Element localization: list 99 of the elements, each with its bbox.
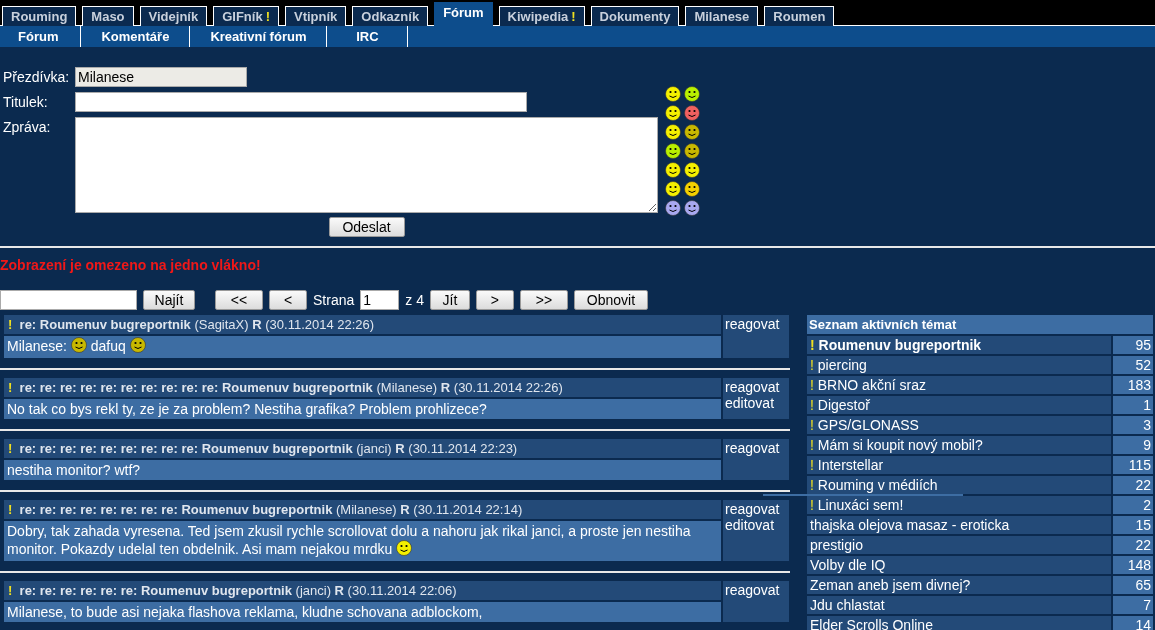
field-label: Přezdívka: xyxy=(3,68,71,87)
smiley-icon[interactable] xyxy=(684,200,700,216)
title-field[interactable] xyxy=(75,92,527,112)
post-header: ! re: re: re: re: re: re: re: re: re: Roumenuv bugreportnik (janci) R (30.11.2014 22:23) xyxy=(4,439,721,458)
go-button[interactable]: Jít xyxy=(429,290,470,310)
topic-link[interactable]: ! Digestoř xyxy=(807,396,1111,414)
post-header: ! re: re: re: re: re: re: re: re: Roumenuv bugreportnik (Milanese) R (30.11.2014 22:14) xyxy=(4,500,721,519)
emoticon-icon[interactable] xyxy=(70,337,87,353)
topic-link[interactable]: prestigio xyxy=(807,536,1111,554)
post-body: nestiha monitor? wtf? xyxy=(4,460,721,480)
post-header: ! re: re: re: re: re: re: re: re: re: re: Roumenuv bugreportnik (Milanese) R (30.11.2014 22:26) xyxy=(4,378,721,397)
action-link[interactable]: reagovat xyxy=(725,582,780,598)
next-page-button[interactable]: > xyxy=(475,290,514,310)
smiley-icon[interactable] xyxy=(684,86,700,102)
topic-count: 95 xyxy=(1113,336,1153,354)
smiley-icon[interactable] xyxy=(684,105,700,121)
topic-link[interactable]: Jdu chlastat xyxy=(807,596,1111,614)
topic-link[interactable]: ! Interstellar xyxy=(807,456,1111,474)
nav-tab[interactable]: Maso xyxy=(82,6,134,26)
topic-link[interactable]: Zeman aneb jsem divnej? xyxy=(807,576,1111,594)
topic-link[interactable]: ! Linuxáci sem! xyxy=(807,496,1111,514)
topic-link[interactable]: thajska olejova masaz - eroticka xyxy=(807,516,1111,534)
smiley-icon[interactable] xyxy=(665,181,681,197)
search-field[interactable] xyxy=(0,290,137,310)
nav-tab[interactable]: Kiwipedia ! xyxy=(498,6,585,26)
page-label: Strana xyxy=(313,292,355,308)
smiley-icon[interactable] xyxy=(684,143,700,159)
smiley-icon[interactable] xyxy=(684,181,700,197)
nav-tab[interactable]: Milanese xyxy=(685,6,759,26)
smiley-icon[interactable] xyxy=(665,124,681,140)
topics-header: Seznam aktivních témat xyxy=(807,315,1153,334)
post-body: Milanese, to bude asi nejaka flashova reklama, kludne schovana adblockom, xyxy=(4,602,721,622)
smiley-icon[interactable] xyxy=(665,162,681,178)
smiley-icon[interactable] xyxy=(684,124,700,140)
nav-tab[interactable]: Odkazník xyxy=(352,6,429,26)
topic-count: 9 xyxy=(1113,436,1153,454)
previous-page-button[interactable]: < xyxy=(269,290,307,310)
smiley-icon[interactable] xyxy=(684,162,700,178)
smiley-icon[interactable] xyxy=(396,540,413,556)
field-label: Titulek: xyxy=(3,93,49,112)
nav-tab[interactable]: Fórum xyxy=(434,2,493,26)
notice-text: Zobrazení je omezeno na jedno vlákno! xyxy=(0,257,262,273)
emoticon-icon[interactable] xyxy=(129,337,146,353)
topic-link[interactable]: ! BRNO akční sraz xyxy=(807,376,1111,394)
refresh-button[interactable]: Obnovit xyxy=(573,290,648,310)
subnav-tab[interactable]: IRC xyxy=(327,26,409,47)
topic-count: 1 xyxy=(1113,396,1153,414)
first-page-button[interactable]: << xyxy=(215,290,263,310)
topic-link[interactable]: ! Roumenuv bugreportnik xyxy=(807,336,1111,354)
topic-count: 3 xyxy=(1113,416,1153,434)
action-link[interactable]: reagovat xyxy=(725,501,780,517)
topic-count: 65 xyxy=(1113,576,1153,594)
topic-count: 148 xyxy=(1113,556,1153,574)
topic-link[interactable]: Volby dle IQ xyxy=(807,556,1111,574)
topic-link[interactable]: ! GPS/GLONASS xyxy=(807,416,1111,434)
page-count: z 4 xyxy=(405,292,424,308)
post-body: Dobry, tak zahada vyresena. Ted jsem zkusil rychle scrollovat dolu a nahoru jak rikal janci, a proste jen nestiha monitor. Pokazdy udelal ten obdelnik. Asi mam nejakou mrdku xyxy=(4,521,721,561)
post-body: Milanese: dafuq xyxy=(4,336,721,358)
action-link[interactable]: reagovat xyxy=(725,379,780,395)
nav-tab[interactable]: Dokumenty xyxy=(590,6,680,26)
nav-tab[interactable]: Vtipník xyxy=(285,6,347,26)
topic-count: 14 xyxy=(1113,616,1153,630)
post-header: ! re: Roumenuv bugreportnik (SagitaX) R (30.11.2014 22:26) xyxy=(4,315,721,334)
page-field[interactable]: 1 xyxy=(360,290,400,310)
nav-tab[interactable]: GIFník ! xyxy=(213,6,279,26)
subnav-tab[interactable]: Fórum xyxy=(0,26,82,47)
last-page-button[interactable]: >> xyxy=(519,290,568,310)
topic-count: 7 xyxy=(1113,596,1153,614)
smiley-icon[interactable] xyxy=(665,86,681,102)
post-body: No tak co bys rekl ty, ze je za problem? Nestiha grafika? Problem prohlizece? xyxy=(4,399,721,419)
nav-tab[interactable]: Rouming xyxy=(2,6,77,26)
smiley-icon[interactable] xyxy=(665,143,681,159)
nav-tab[interactable]: Roumen xyxy=(764,6,835,26)
post-header: ! re: re: re: re: re: re: Roumenuv bugreportnik (janci) R (30.11.2014 22:06) xyxy=(4,581,721,600)
action-link[interactable]: editovat xyxy=(725,395,775,411)
topic-link[interactable]: ! piercing xyxy=(807,356,1111,374)
topic-link[interactable]: ! Mám si koupit nový mobil? xyxy=(807,436,1111,454)
subnav-tab[interactable]: Komentáře xyxy=(81,26,191,47)
topic-count: 22 xyxy=(1113,476,1153,494)
topic-count: 2 xyxy=(1113,496,1153,514)
action-link[interactable]: editovat xyxy=(725,517,775,533)
smiley-icon[interactable] xyxy=(665,200,681,216)
topic-count: 183 xyxy=(1113,376,1153,394)
topic-count: 15 xyxy=(1113,516,1153,534)
field-label: Zpráva: xyxy=(3,118,52,137)
topic-count: 22 xyxy=(1113,536,1153,554)
nav-tab[interactable]: Videjník xyxy=(139,6,208,26)
topic-link[interactable]: Elder Scrolls Online xyxy=(807,616,1111,630)
topic-link[interactable]: ! Rouming v médiích xyxy=(807,476,1111,494)
action-link[interactable]: reagovat xyxy=(725,440,780,456)
action-link[interactable]: reagovat xyxy=(725,316,780,332)
subnav-tab[interactable]: Kreativní fórum xyxy=(190,26,328,47)
topic-count: 52 xyxy=(1113,356,1153,374)
message-field[interactable] xyxy=(75,117,658,213)
submit-button[interactable]: Odeslat xyxy=(328,217,405,237)
nickname-field[interactable]: Milanese xyxy=(75,67,247,87)
search-button[interactable]: Najít xyxy=(143,290,195,310)
topic-count: 115 xyxy=(1113,456,1153,474)
smiley-icon[interactable] xyxy=(665,105,681,121)
